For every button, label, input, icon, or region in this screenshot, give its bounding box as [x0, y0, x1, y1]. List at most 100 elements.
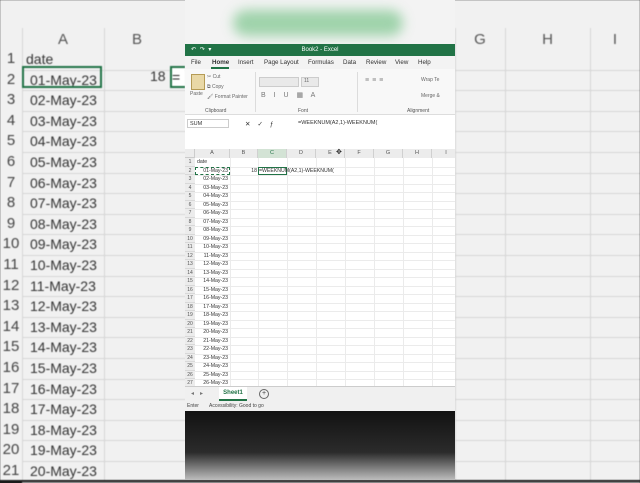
row-header[interactable]: 27: [185, 379, 195, 386]
formula-bar-icons[interactable]: ✕✓ƒ: [245, 120, 281, 128]
cell-a1-header[interactable]: date: [195, 158, 230, 167]
row-header[interactable]: 14: [185, 268, 195, 277]
bg-row-number: 15: [2, 338, 20, 356]
menu-tab-formulas[interactable]: Formulas: [308, 59, 334, 66]
cut-button[interactable]: ✂ Cut: [207, 74, 220, 80]
date-cell[interactable]: 17-May-23: [195, 303, 230, 312]
format-painter-button[interactable]: 🖌 Format Painter: [207, 94, 248, 100]
cell-b2[interactable]: 18: [230, 167, 258, 176]
row-header[interactable]: 12: [185, 251, 195, 260]
date-cell[interactable]: 03-May-23: [195, 184, 230, 193]
date-cell[interactable]: 13-May-23: [195, 269, 230, 278]
date-cell[interactable]: 15-May-23: [195, 286, 230, 295]
row-header[interactable]: 22: [185, 336, 195, 345]
date-cell[interactable]: 06-May-23: [195, 209, 230, 218]
menu-tab-insert[interactable]: Insert: [238, 59, 253, 66]
date-cell[interactable]: 04-May-23: [195, 192, 230, 201]
worksheet-grid[interactable]: A B C D E F G H I 1 date 2 01-May-23 3 02-May-23 4 03-Ma…: [185, 149, 455, 386]
row-header[interactable]: 6: [185, 200, 195, 209]
date-cell[interactable]: 25-May-23: [195, 371, 230, 380]
bg-date-cell: 16-May-23: [30, 380, 97, 397]
row-header[interactable]: 18: [185, 302, 195, 311]
copy-button[interactable]: ⧉ Copy: [207, 84, 224, 90]
menu-tab-review[interactable]: Review: [366, 59, 386, 66]
menu-tab-data[interactable]: Data: [343, 59, 356, 66]
date-cell[interactable]: 09-May-23: [195, 235, 230, 244]
row-header[interactable]: 15: [185, 277, 195, 286]
row-header[interactable]: 9: [185, 226, 195, 235]
date-cell[interactable]: 22-May-23: [195, 345, 230, 354]
date-cell[interactable]: 14-May-23: [195, 277, 230, 286]
bg-date-cell: 18-May-23: [30, 421, 97, 438]
menu-tab-home[interactable]: Home: [212, 59, 229, 66]
date-cell[interactable]: 10-May-23: [195, 243, 230, 252]
column-header-b[interactable]: B: [230, 149, 258, 158]
date-cell[interactable]: 26-May-23: [195, 379, 230, 386]
name-box[interactable]: SUM: [187, 119, 229, 128]
date-cell[interactable]: 02-May-23: [195, 175, 230, 184]
font-format-buttons[interactable]: B I U ▦ A: [261, 91, 318, 99]
font-size-select[interactable]: 11: [301, 77, 319, 87]
wrap-text-button[interactable]: Wrap Te: [421, 77, 439, 83]
sheet-nav-arrows[interactable]: ◂▸: [191, 390, 209, 397]
menu-tab-view[interactable]: View: [395, 59, 408, 66]
row-header[interactable]: 20: [185, 319, 195, 328]
sheet-tab-sheet1[interactable]: Sheet1: [219, 387, 247, 401]
paste-icon[interactable]: [191, 74, 205, 90]
date-cell[interactable]: 24-May-23: [195, 362, 230, 371]
ribbon-tabs: File Home Insert Page Layout Formulas Data Rev…: [185, 56, 455, 69]
row-header[interactable]: 19: [185, 311, 195, 320]
row-header[interactable]: 10: [185, 234, 195, 243]
bg-row-number: 17: [2, 379, 20, 397]
column-header-g[interactable]: G: [374, 149, 403, 158]
row-header[interactable]: 25: [185, 362, 195, 371]
row-header[interactable]: 7: [185, 209, 195, 218]
menu-tab-help[interactable]: Help: [418, 59, 431, 66]
date-cell[interactable]: 19-May-23: [195, 320, 230, 329]
date-cell[interactable]: 08-May-23: [195, 226, 230, 235]
font-name-select[interactable]: [259, 77, 299, 87]
a2-reference-highlight: [195, 166, 230, 175]
add-sheet-icon[interactable]: +: [259, 389, 269, 399]
bg-date-cell: 08-May-23: [30, 215, 97, 232]
date-cell[interactable]: 07-May-23: [195, 218, 230, 227]
row-header[interactable]: 11: [185, 243, 195, 252]
column-header-h[interactable]: H: [403, 149, 432, 158]
date-cell[interactable]: 21-May-23: [195, 337, 230, 346]
date-cell[interactable]: 11-May-23: [195, 252, 230, 261]
row-header[interactable]: 3: [185, 175, 195, 184]
select-all-corner[interactable]: [185, 149, 195, 158]
row-header[interactable]: 26: [185, 370, 195, 379]
menu-tab-file[interactable]: File: [191, 59, 201, 66]
row-header[interactable]: 2: [185, 166, 195, 175]
row-header[interactable]: 21: [185, 328, 195, 337]
column-header-f[interactable]: F: [345, 149, 374, 158]
date-cell[interactable]: 20-May-23: [195, 328, 230, 337]
date-cell[interactable]: 05-May-23: [195, 201, 230, 210]
column-header-a[interactable]: A: [195, 149, 230, 158]
column-header-d[interactable]: D: [287, 149, 316, 158]
bg-column-header: H: [542, 31, 553, 48]
row-header[interactable]: 24: [185, 353, 195, 362]
merge-button[interactable]: Merge &: [421, 93, 440, 99]
alignment-buttons[interactable]: ≡≡≡: [365, 77, 386, 84]
row-header[interactable]: 17: [185, 294, 195, 303]
row-header[interactable]: 13: [185, 260, 195, 269]
row-header[interactable]: 8: [185, 217, 195, 226]
cell-c2-edit-text[interactable]: =WEEKNUM(A2,1)-WEEKNUM(: [259, 167, 334, 176]
row-header[interactable]: 23: [185, 345, 195, 354]
column-header-c[interactable]: C: [258, 149, 287, 158]
date-cell[interactable]: 12-May-23: [195, 260, 230, 269]
row-header[interactable]: 5: [185, 192, 195, 201]
bg-row-number: 19: [2, 420, 20, 438]
date-cell[interactable]: 23-May-23: [195, 354, 230, 363]
paste-button[interactable]: Paste: [190, 91, 203, 97]
menu-tab-page-layout[interactable]: Page Layout: [264, 59, 299, 66]
date-cell[interactable]: 18-May-23: [195, 311, 230, 320]
row-header[interactable]: 1: [185, 158, 195, 167]
row-header[interactable]: 16: [185, 285, 195, 294]
date-cell[interactable]: 16-May-23: [195, 294, 230, 303]
column-header-i[interactable]: I: [432, 149, 455, 158]
row-header[interactable]: 4: [185, 183, 195, 192]
formula-input[interactable]: =WEEKNUM(A2,1)-WEEKNUM(: [298, 120, 377, 126]
